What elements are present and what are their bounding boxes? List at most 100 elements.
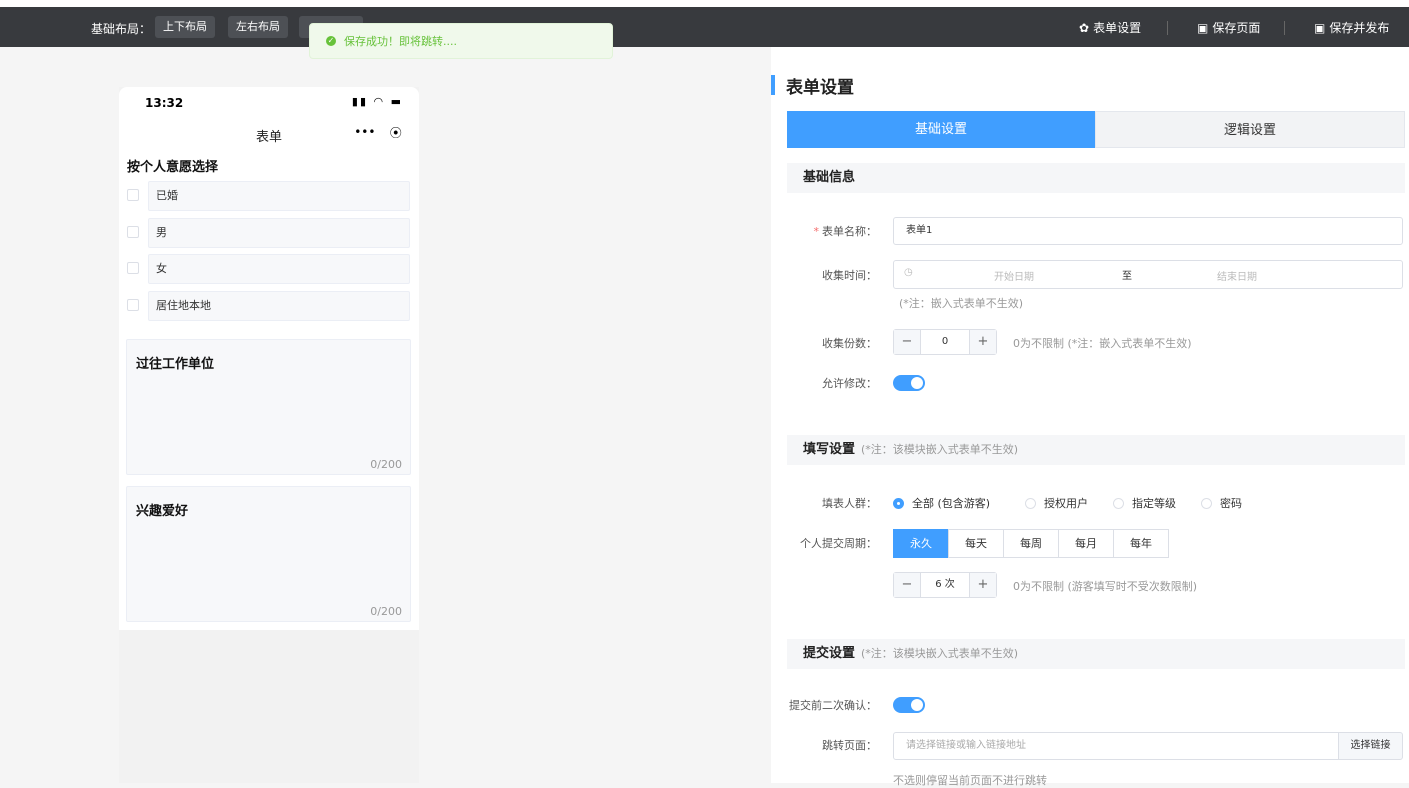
save-publish-button[interactable]: ▣ 保存并发布 <box>1314 19 1389 36</box>
basic-info-section: 基础信息 <box>787 163 1405 193</box>
radio-dot[interactable] <box>1025 497 1036 509</box>
char-count: 0/200 <box>370 458 402 471</box>
decrement-button[interactable]: − <box>894 330 920 354</box>
submit-times-hint: 0为不限制 (游客填写时不受次数限制) <box>1013 580 1198 593</box>
success-toast: ✓ 保存成功！即将跳转.... <box>309 23 613 59</box>
status-time: 13:32 <box>145 96 184 110</box>
collect-count-hint: 0为不限制 (*注：嵌入式表单不生效) <box>1013 337 1192 350</box>
checkbox-question-title: 按个人意愿选择 <box>127 160 219 175</box>
required-mark: * <box>813 225 820 238</box>
phone-preview: 13:32 ▮▮ ◠ ▬ 表单 ••• ⦿ 按个人意愿选择 已婚 男 女 居住地… <box>119 87 419 783</box>
collect-count-label: 收集份数： <box>822 337 877 350</box>
window-top-strip <box>0 0 1409 7</box>
redirect-input[interactable]: 请选择链接或输入链接地址 <box>893 732 1339 760</box>
redirect-hint: 不选则停留当前页面不进行跳转 <box>893 774 1047 787</box>
form-settings-label: 表单设置 <box>1093 21 1142 35</box>
more-icon[interactable]: ••• <box>354 125 375 139</box>
checkbox-option[interactable]: 已婚 <box>127 181 410 211</box>
top-toolbar: 基础布局： 上下布局 左右布局 ✿ 表单设置 ▣ 保存页面 ▣ 保存并发布 <box>0 7 1409 47</box>
submit-confirm-toggle[interactable] <box>893 697 925 713</box>
layout-left-right-button[interactable]: 左右布局 <box>228 16 288 38</box>
collect-count-value[interactable]: 0 <box>920 330 970 354</box>
period-weekly[interactable]: 每周 <box>1003 529 1059 558</box>
collect-time-label: 收集时间： <box>822 269 877 282</box>
hobbies-textarea[interactable]: 兴趣爱好 0/200 <box>126 486 411 622</box>
radio-dot[interactable] <box>1113 497 1124 509</box>
panel-title: 表单设置 <box>786 78 854 98</box>
confirm-label: 提交前二次确认： <box>789 699 877 712</box>
capsule-menu[interactable]: ••• ⦿ <box>347 121 409 143</box>
save-icon: ▣ <box>1314 20 1326 35</box>
form-name-input[interactable]: 表单1 <box>893 217 1403 245</box>
submit-settings-section: 提交设置 (*注：该模块嵌入式表单不生效) <box>787 639 1405 669</box>
radio-dot[interactable] <box>893 497 904 509</box>
redirect-label: 跳转页面： <box>822 739 877 752</box>
checkbox-label: 已婚 <box>148 181 410 211</box>
audience-radio-password[interactable]: 密码 <box>1201 495 1242 511</box>
tab-basic-settings[interactable]: 基础设置 <box>787 111 1095 148</box>
fill-settings-section: 填写设置 (*注：该模块嵌入式表单不生效) <box>787 435 1405 465</box>
target-icon[interactable]: ⦿ <box>390 124 402 141</box>
phone-screen: 13:32 ▮▮ ◠ ▬ 表单 ••• ⦿ 按个人意愿选择 已婚 男 女 居住地… <box>119 87 419 630</box>
title-accent-bar <box>771 75 775 95</box>
period-forever[interactable]: 永久 <box>893 529 949 558</box>
tab-logic-settings[interactable]: 逻辑设置 <box>1095 111 1405 148</box>
submit-times-stepper[interactable]: − 6 次 + <box>893 572 997 598</box>
checkbox[interactable] <box>127 299 139 311</box>
save-page-button[interactable]: ▣ 保存页面 <box>1197 19 1260 36</box>
save-icon: ▣ <box>1197 20 1209 35</box>
settings-panel: 表单设置 基础设置 逻辑设置 基础信息 * 表单名称： 表单1 收集时间： ◷ 开… <box>771 47 1409 787</box>
textarea-title: 过往工作单位 <box>136 357 215 372</box>
save-page-label: 保存页面 <box>1212 21 1261 35</box>
checkbox-option[interactable]: 男 <box>127 218 410 248</box>
increment-button[interactable]: + <box>970 573 996 597</box>
section-title: 基础信息 <box>803 170 856 185</box>
select-link-button[interactable]: 选择链接 <box>1338 732 1403 760</box>
allow-edit-label: 允许修改： <box>822 377 877 390</box>
collect-count-stepper[interactable]: − 0 + <box>893 329 997 355</box>
decrement-button[interactable]: − <box>894 573 920 597</box>
end-date-input[interactable]: 结束日期 <box>1217 268 1257 283</box>
preview-canvas: 13:32 ▮▮ ◠ ▬ 表单 ••• ⦿ 按个人意愿选择 已婚 男 女 居住地… <box>0 47 771 783</box>
char-count: 0/200 <box>370 605 402 618</box>
increment-button[interactable]: + <box>970 330 996 354</box>
audience-radio-level[interactable]: 指定等级 <box>1113 495 1176 511</box>
work-history-textarea[interactable]: 过往工作单位 0/200 <box>126 339 411 475</box>
period-monthly[interactable]: 每月 <box>1058 529 1114 558</box>
gear-icon: ✿ <box>1079 20 1090 35</box>
audience-label: 填表人群： <box>822 497 877 510</box>
section-note: (*注：该模块嵌入式表单不生效) <box>861 647 1019 660</box>
layout-top-bottom-button[interactable]: 上下布局 <box>155 16 215 38</box>
checkbox[interactable] <box>127 226 139 238</box>
checkbox[interactable] <box>127 189 139 201</box>
form-settings-button[interactable]: ✿ 表单设置 <box>1079 19 1141 36</box>
period-yearly[interactable]: 每年 <box>1113 529 1169 558</box>
period-daily[interactable]: 每天 <box>948 529 1004 558</box>
save-publish-label: 保存并发布 <box>1329 21 1390 35</box>
checkbox-label: 女 <box>148 254 410 284</box>
range-separator: 至 <box>1122 271 1132 282</box>
toast-message: 保存成功！即将跳转.... <box>344 35 457 48</box>
divider <box>1284 21 1285 35</box>
signal-wifi-battery-icon: ▮▮ ◠ ▬ <box>351 95 403 108</box>
checkbox-option[interactable]: 居住地本地 <box>127 291 410 321</box>
checkbox-option[interactable]: 女 <box>127 254 410 284</box>
section-note: (*注：该模块嵌入式表单不生效) <box>861 443 1019 456</box>
submit-times-value[interactable]: 6 次 <box>920 573 970 597</box>
checkbox[interactable] <box>127 262 139 274</box>
layout-label: 基础布局： <box>91 22 152 36</box>
collect-time-range[interactable]: ◷ 开始日期 至 结束日期 <box>893 260 1403 289</box>
start-date-input[interactable]: 开始日期 <box>994 268 1034 283</box>
collect-time-hint: (*注：嵌入式表单不生效) <box>899 297 1024 310</box>
form-name-label: * 表单名称： <box>813 225 878 238</box>
checkbox-label: 男 <box>148 218 410 248</box>
audience-radio-all[interactable]: 全部 (包含游客) <box>893 495 990 511</box>
submit-period-label: 个人提交周期： <box>800 537 877 550</box>
submit-period-selector: 永久 每天 每周 每月 每年 <box>893 529 1169 558</box>
checkbox-label: 居住地本地 <box>148 291 410 321</box>
audience-radio-authorized[interactable]: 授权用户 <box>1025 495 1088 511</box>
radio-dot[interactable] <box>1201 497 1212 509</box>
section-title: 提交设置 <box>803 646 856 661</box>
clock-icon: ◷ <box>904 267 913 278</box>
allow-edit-toggle[interactable] <box>893 375 925 391</box>
